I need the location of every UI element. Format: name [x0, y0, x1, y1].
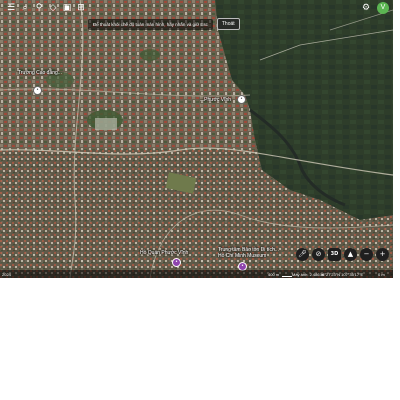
- toggle-3d-button[interactable]: 3D: [328, 248, 341, 261]
- coordinates: 16°27'23"N 107°35'17"E: [320, 272, 364, 277]
- compass-icon[interactable]: ▲: [344, 248, 357, 261]
- fullscreen-message: Để thoát khỏi chế độ toàn màn hình, hãy …: [88, 18, 213, 30]
- project-icon[interactable]: ▣: [62, 3, 72, 13]
- ruler-icon[interactable]: ⊞: [76, 3, 86, 13]
- map-controls: 🎤︎ ⊘ 3D ▲ − +: [296, 248, 389, 261]
- place-marker-icon[interactable]: •: [33, 86, 42, 95]
- zoom-out-button[interactable]: −: [360, 248, 373, 261]
- map-label-school[interactable]: Trường Cao đẳng...: [18, 70, 62, 76]
- account-area: ⚙ V: [361, 2, 389, 14]
- satellite-imagery[interactable]: [0, 0, 393, 278]
- search-icon[interactable]: ⌕: [20, 3, 30, 13]
- imagery-year: 2024: [2, 272, 11, 277]
- status-bar: 2024 400 m Máy ảnh: 2.486 m 16°27'23"N 1…: [0, 270, 393, 278]
- avatar[interactable]: V: [377, 2, 389, 14]
- map-label-street[interactable]: Hồ Quán Phước Vĩnh: [140, 250, 188, 256]
- place-marker-icon[interactable]: •: [237, 95, 246, 104]
- layers-icon[interactable]: ◇: [48, 3, 58, 13]
- map-label-museum[interactable]: Trung tâm Bảo tồn Di tích... Hồ Chí Minh…: [218, 247, 279, 259]
- settings-icon[interactable]: ⚙: [361, 3, 371, 13]
- fullscreen-banner: Để thoát khỏi chế độ toàn màn hình, hãy …: [88, 17, 240, 31]
- menu-icon[interactable]: ☰: [6, 3, 16, 13]
- microphone-icon[interactable]: 🎤︎: [296, 248, 309, 261]
- scale-bar: [282, 276, 292, 277]
- street-view-icon[interactable]: ⊘: [312, 248, 325, 261]
- location-pin-icon[interactable]: ⚲: [34, 3, 44, 13]
- museum-marker-icon[interactable]: •: [172, 258, 181, 267]
- elevation: 0 m: [378, 272, 385, 277]
- exit-fullscreen-button[interactable]: Thoát: [216, 18, 240, 30]
- satellite-map-view[interactable]: ☰ ⌕ ⚲ ◇ ▣ ⊞ Để thoát khỏi chế độ toàn mà…: [0, 0, 393, 278]
- scale-label: 400 m: [268, 272, 280, 277]
- map-label-place[interactable]: ...Phước Vĩnh: [200, 97, 231, 103]
- zoom-in-button[interactable]: +: [376, 248, 389, 261]
- top-toolbar: ☰ ⌕ ⚲ ◇ ▣ ⊞: [0, 0, 393, 17]
